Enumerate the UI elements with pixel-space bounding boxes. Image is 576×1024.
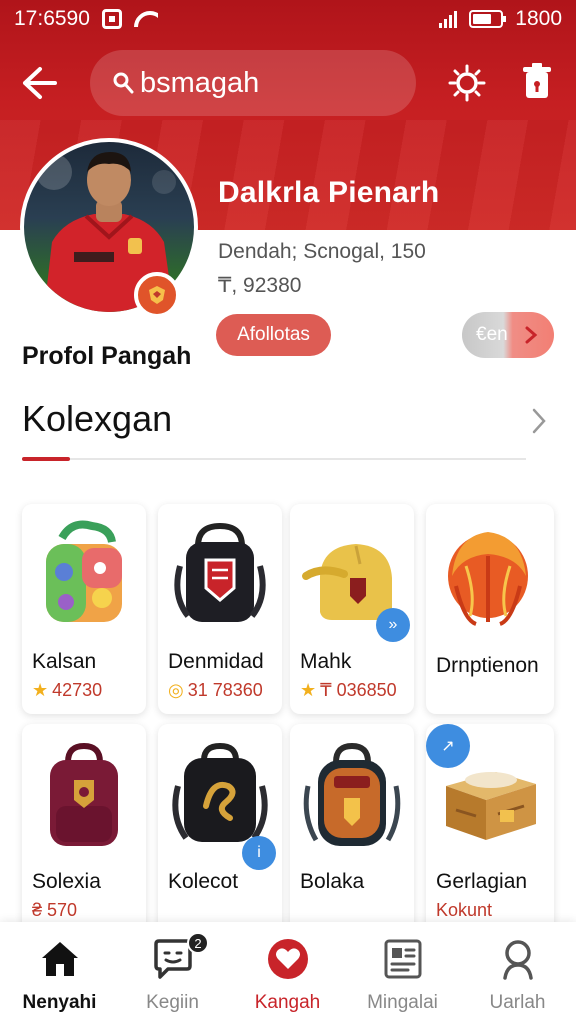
card-price: ★ 42730 <box>32 680 102 701</box>
orange-wig-image <box>436 516 540 634</box>
nav-chat[interactable]: 2 Kegiin <box>115 922 230 1024</box>
nav-label: Uarlah <box>489 992 546 1013</box>
card-title: Bolaka <box>300 870 365 893</box>
card-price: Kokunt <box>436 900 492 921</box>
card-title: Mahk <box>300 650 352 673</box>
collection-card[interactable]: Denmidad ◎ 31 78360 <box>158 504 282 714</box>
heart-icon <box>268 939 308 979</box>
collection-card[interactable]: Bolaka <box>290 724 414 934</box>
status-time: 17:6590 <box>14 7 90 30</box>
card-title: Gerlagian <box>436 870 528 893</box>
section-active-indicator <box>22 457 70 461</box>
nav-favorites[interactable]: Kangah <box>230 922 345 1024</box>
card-price: ◎ 31 78360 <box>168 680 263 701</box>
profile-caption: Profol Pangah <box>22 342 192 370</box>
black-crest-bag-image <box>168 516 272 634</box>
section-title: Kolexgan <box>22 398 173 439</box>
card-title: Denmidad <box>168 650 264 673</box>
card-price-value: Kokunt <box>436 900 493 920</box>
brown-crest-backpack-image <box>300 736 404 854</box>
nav-label: Kegiin <box>146 992 199 1013</box>
top-bar: bsmagah <box>0 48 576 118</box>
home-icon <box>42 942 78 976</box>
wifi-icon <box>134 11 158 27</box>
section-divider <box>22 458 526 460</box>
colorful-backpack-image <box>32 516 136 634</box>
search-query: bsmagah <box>140 66 260 99</box>
search-icon <box>113 72 134 94</box>
profile-meta: Dendah; Scnogal, 150 <box>218 240 426 263</box>
status-right-text: 1800 <box>515 7 562 30</box>
signal-icon <box>439 10 458 28</box>
battery-icon <box>469 10 507 28</box>
status-bar: 17:6590 1800 <box>0 0 576 38</box>
card-price-value: ₸ 036850 <box>320 680 397 700</box>
share-button[interactable]: €en <box>462 312 554 358</box>
chevron-right-icon[interactable] <box>528 406 550 436</box>
nav-home[interactable]: Nenyahi <box>2 922 117 1024</box>
notification-badge: 2 <box>187 932 209 954</box>
card-title: Kalsan <box>32 650 97 673</box>
news-icon <box>384 939 422 979</box>
share-label: €en <box>476 324 508 345</box>
card-price-value: 42730 <box>52 680 103 700</box>
tag-icon[interactable]: » <box>376 608 410 642</box>
card-price-value: ₴ 570 <box>32 900 78 920</box>
camera-scan-icon[interactable] <box>448 64 486 102</box>
collection-card[interactable]: i Kolecot <box>158 724 282 934</box>
search-icon <box>503 940 533 980</box>
card-title: Solexia <box>32 870 101 893</box>
collection-card[interactable]: ↗ Gerlagian Kokunt <box>426 724 554 934</box>
card-price-value: 31 78360 <box>187 680 263 700</box>
collection-card[interactable]: Drnptienon <box>426 504 554 714</box>
star-icon: ★ <box>32 680 49 700</box>
back-arrow-icon[interactable] <box>20 65 58 101</box>
card-price: ★ ₸ 036850 <box>300 680 397 701</box>
nav-label: Kangah <box>254 992 321 1013</box>
nav-label: Mingalai <box>367 992 438 1013</box>
trash-icon[interactable] <box>518 62 556 102</box>
club-badge-icon <box>134 272 180 318</box>
nav-search[interactable]: Uarlah <box>460 922 575 1024</box>
search-input[interactable]: bsmagah <box>90 50 416 116</box>
chevron-right-icon <box>525 326 538 344</box>
collection-card[interactable]: Kalsan ★ 42730 <box>22 504 146 714</box>
expand-icon[interactable]: ↗ <box>426 724 470 768</box>
bottom-navigation: Nenyahi 2 Kegiin Kangah Mingalai Uarlah <box>0 922 576 1024</box>
collection-card[interactable]: » Mahk ★ ₸ 036850 <box>290 504 414 714</box>
follow-button[interactable]: Afollotas <box>216 314 331 356</box>
collection-card[interactable]: Solexia ₴ 570 <box>22 724 146 934</box>
card-price: ₴ 570 <box>32 900 77 921</box>
info-icon[interactable]: i <box>242 836 276 870</box>
card-title: Drnptienon <box>436 654 539 677</box>
card-title: Kolecot <box>168 870 239 893</box>
notification-icon <box>101 9 122 29</box>
nav-label: Nenyahi <box>22 992 97 1013</box>
profile-name: Dalkrla Pienarh <box>218 176 440 209</box>
maroon-backpack-image <box>32 736 136 854</box>
coin-icon: ◎ <box>168 680 184 700</box>
profile-id: ₸, 92380 <box>218 274 302 297</box>
star-icon: ★ <box>300 680 317 700</box>
nav-news[interactable]: Mingalai <box>345 922 460 1024</box>
